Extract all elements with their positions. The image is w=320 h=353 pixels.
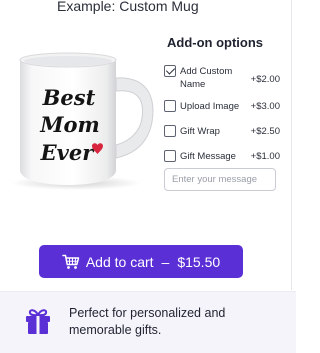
mug-text-line2: Mom (39, 112, 99, 137)
cart-separator: – (161, 253, 170, 270)
cart-icon (62, 254, 80, 269)
addon-price: +$2.00 (250, 74, 280, 85)
custom-name-checkbox[interactable] (164, 65, 176, 77)
card-divider (291, 0, 292, 290)
addon-label: Gift Wrap (180, 126, 220, 137)
example-title: Example: Custom Mug (57, 0, 199, 14)
addon-price: +$3.00 (250, 101, 280, 112)
gift-icon (26, 309, 50, 334)
addon-gift-wrap[interactable]: Gift Wrap +$2.50 (164, 125, 280, 138)
gift-message-input[interactable] (164, 168, 276, 191)
upload-image-checkbox[interactable] (164, 100, 176, 112)
add-to-cart-button[interactable]: Add to cart – $15.50 (39, 245, 243, 278)
cart-label: Add to cart (85, 253, 154, 270)
addon-label: Upload Image (180, 101, 240, 112)
addon-price: +$2.50 (250, 126, 280, 137)
addon-price: +$1.00 (250, 151, 280, 162)
cart-total: $15.50 (177, 253, 221, 270)
mug-text-line3: Ever (40, 140, 96, 165)
mug-text-line1: Best (42, 85, 96, 110)
addon-label: Add Custom Name (180, 66, 233, 90)
product-card: Example: Custom Mug Best Mom Ever Add-on… (0, 0, 296, 353)
addon-upload-image[interactable]: Upload Image +$3.00 (164, 100, 280, 113)
addons-heading: Add-on options (167, 35, 264, 50)
addon-label: Gift Message (180, 151, 236, 162)
promo-banner: Perfect for personalized and memorable g… (0, 291, 296, 353)
gift-wrap-checkbox[interactable] (164, 125, 176, 137)
gift-message-checkbox[interactable] (164, 150, 176, 162)
promo-text: Perfect for personalized and memorable g… (69, 306, 226, 337)
addon-custom-name[interactable]: Add Custom Name +$2.00 (164, 65, 280, 91)
mug-image: Best Mom Ever (12, 52, 154, 190)
addon-gift-message[interactable]: Gift Message +$1.00 (164, 150, 280, 163)
